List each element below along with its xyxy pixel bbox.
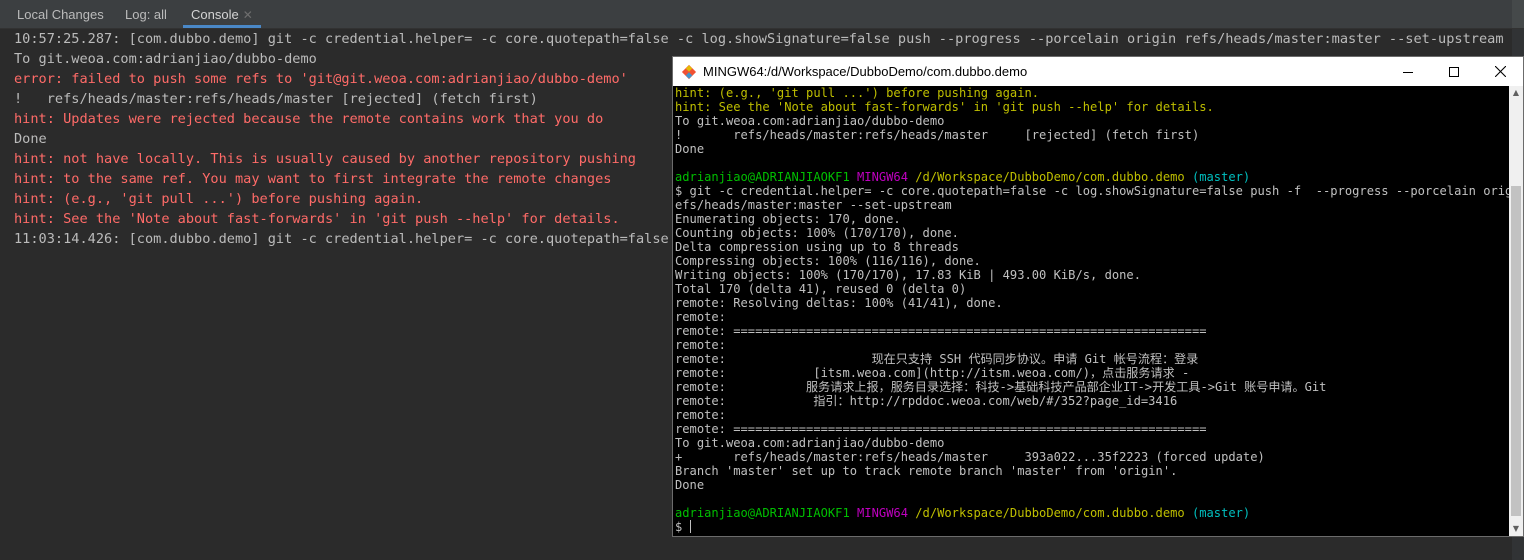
terminal-text-segment: remote: ================================… [675,422,1207,436]
terminal-line: hint: See the 'Note about fast-forwards'… [675,100,1509,114]
terminal-text-segment: Done [675,478,705,492]
terminal-text-segment: To git.weoa.com:adrianjiao/dubbo-demo [675,114,945,128]
tab-log-all[interactable]: Log: all [125,0,167,28]
terminal-text-segment: /d/Workspace/DubboDemo/com.dubbo.demo [915,170,1185,184]
scroll-down-arrow-icon[interactable]: ▼ [1509,522,1523,536]
terminal-line: remote: [675,310,1509,324]
tab-label: Console [191,7,239,22]
terminal-line: remote: 服务请求上报，服务目录选择：科技->基础科技产品部企业IT->开… [675,380,1509,394]
terminal-text-segment: hint: See the 'Note about fast-forwards'… [675,100,1214,114]
terminal-line: remote: [675,338,1509,352]
terminal-text-segment: Delta compression using up to 8 threads [675,240,959,254]
terminal-text-segment: adrianjiao@ADRIANJIAOKF1 [675,506,858,520]
tool-window-tab-bar: Local Changes Log: all Console ✕ [0,0,1524,29]
terminal-text-segment: remote: 现在只支持 SSH 代码同步协议。申请 Git 帐号流程：登录 [675,352,1199,366]
terminal-line: To git.weoa.com:adrianjiao/dubbo-demo [675,114,1509,128]
terminal-line: $ git -c credential.helper= -c core.quot… [675,184,1509,198]
tab-bar-scrollbar[interactable] [1512,0,1524,28]
terminal-text-segment: remote: 指引：http://rpddoc.weoa.com/web/#/… [675,394,1178,408]
maximize-icon [1449,66,1459,77]
terminal-cursor [689,520,691,533]
console-line: 10:57:25.287: [com.dubbo.demo] git -c cr… [14,31,1504,47]
terminal-text-segment: ! refs/heads/master:refs/heads/master [r… [675,128,1200,142]
terminal-line: remote: Resolving deltas: 100% (41/41), … [675,296,1509,310]
terminal-text-segment: Writing objects: 100% (170/170), 17.83 K… [675,268,1141,282]
terminal-text-segment: $ [675,520,690,534]
terminal-text-segment: Branch 'master' set up to track remote b… [675,464,1178,478]
terminal-line: remote: 指引：http://rpddoc.weoa.com/web/#/… [675,394,1509,408]
terminal-line: Delta compression using up to 8 threads [675,240,1509,254]
terminal-text-segment: $ git -c credential.helper= -c core.quot… [675,184,1509,198]
terminal-title: MINGW64:/d/Workspace/DubboDemo/com.dubbo… [703,64,1028,79]
tab-console[interactable]: Console ✕ [183,0,261,28]
terminal-text-segment: remote: ================================… [675,324,1207,338]
terminal-output[interactable]: hint: (e.g., 'git pull ...') before push… [675,86,1509,536]
tab-close-icon[interactable]: ✕ [243,8,253,22]
terminal-scrollbar-thumb[interactable] [1511,186,1521,516]
tab-label: Local Changes [17,7,104,22]
terminal-line: hint: (e.g., 'git pull ...') before push… [675,86,1509,100]
terminal-line: Writing objects: 100% (170/170), 17.83 K… [675,268,1509,282]
close-button[interactable] [1477,57,1523,86]
terminal-text-segment: MINGW64 [857,170,916,184]
terminal-text-segment: Compressing objects: 100% (116/116), don… [675,254,981,268]
terminal-titlebar[interactable]: MINGW64:/d/Workspace/DubboDemo/com.dubbo… [673,57,1523,86]
scroll-up-arrow-icon[interactable]: ▲ [1509,86,1523,100]
terminal-text-segment: remote: [675,310,726,324]
maximize-button[interactable] [1431,57,1477,86]
terminal-text-segment: + refs/heads/master:refs/heads/master 39… [675,450,1265,464]
terminal-line: Branch 'master' set up to track remote b… [675,464,1509,478]
terminal-text-segment: Enumerating objects: 170, done. [675,212,901,226]
terminal-line: remote: 现在只支持 SSH 代码同步协议。申请 Git 帐号流程：登录 [675,352,1509,366]
terminal-line: ! refs/heads/master:refs/heads/master [r… [675,128,1509,142]
close-icon [1494,66,1506,77]
terminal-text-segment: remote: [675,338,726,352]
terminal-text-segment: (master) [1184,170,1251,184]
terminal-text-segment: remote: 服务请求上报，服务目录选择：科技->基础科技产品部企业IT->开… [675,380,1327,394]
terminal-text-segment: Counting objects: 100% (170/170), done. [675,226,959,240]
terminal-text-segment: (master) [1184,506,1251,520]
terminal-line: remote: ================================… [675,422,1509,436]
minimize-button[interactable] [1385,57,1431,86]
terminal-line: Done [675,142,1509,156]
terminal-line: Compressing objects: 100% (116/116), don… [675,254,1509,268]
terminal-line: + refs/heads/master:refs/heads/master 39… [675,450,1509,464]
terminal-line: remote: ================================… [675,324,1509,338]
terminal-text-segment: efs/heads/master:master --set-upstream [675,198,952,212]
terminal-line: To git.weoa.com:adrianjiao/dubbo-demo [675,436,1509,450]
git-diamond-icon [681,64,697,80]
minimize-icon [1403,71,1413,73]
tab-label: Log: all [125,7,167,22]
terminal-line: $ [675,520,1509,534]
terminal-text-segment: remote: [675,408,726,422]
terminal-text-segment: MINGW64 [857,506,916,520]
terminal-line: Done [675,478,1509,492]
terminal-scrollbar[interactable]: ▲ ▼ [1509,86,1523,536]
terminal-line: Counting objects: 100% (170/170), done. [675,226,1509,240]
terminal-line: efs/heads/master:master --set-upstream [675,198,1509,212]
terminal-text-segment: remote: Resolving deltas: 100% (41/41), … [675,296,1003,310]
terminal-text-segment: adrianjiao@ADRIANJIAOKF1 [675,170,858,184]
terminal-text-segment: Total 170 (delta 41), reused 0 (delta 0) [675,282,967,296]
mingw-terminal-window[interactable]: MINGW64:/d/Workspace/DubboDemo/com.dubbo… [672,56,1524,537]
terminal-text-segment: remote: [itsm.weoa.com](http://itsm.weoa… [675,366,1190,380]
terminal-line: Total 170 (delta 41), reused 0 (delta 0) [675,282,1509,296]
terminal-text-segment: /d/Workspace/DubboDemo/com.dubbo.demo [915,506,1185,520]
terminal-line: Enumerating objects: 170, done. [675,212,1509,226]
terminal-line: adrianjiao@ADRIANJIAOKF1 MINGW64 /d/Work… [675,170,1509,184]
terminal-line: remote: [itsm.weoa.com](http://itsm.weoa… [675,366,1509,380]
tab-local-changes[interactable]: Local Changes [17,0,104,28]
terminal-line: remote: [675,408,1509,422]
terminal-text-segment: Done [675,142,705,156]
terminal-text-segment: To git.weoa.com:adrianjiao/dubbo-demo [675,436,945,450]
terminal-text-segment: hint: (e.g., 'git pull ...') before push… [675,86,1040,100]
terminal-line: adrianjiao@ADRIANJIAOKF1 MINGW64 /d/Work… [675,506,1509,520]
